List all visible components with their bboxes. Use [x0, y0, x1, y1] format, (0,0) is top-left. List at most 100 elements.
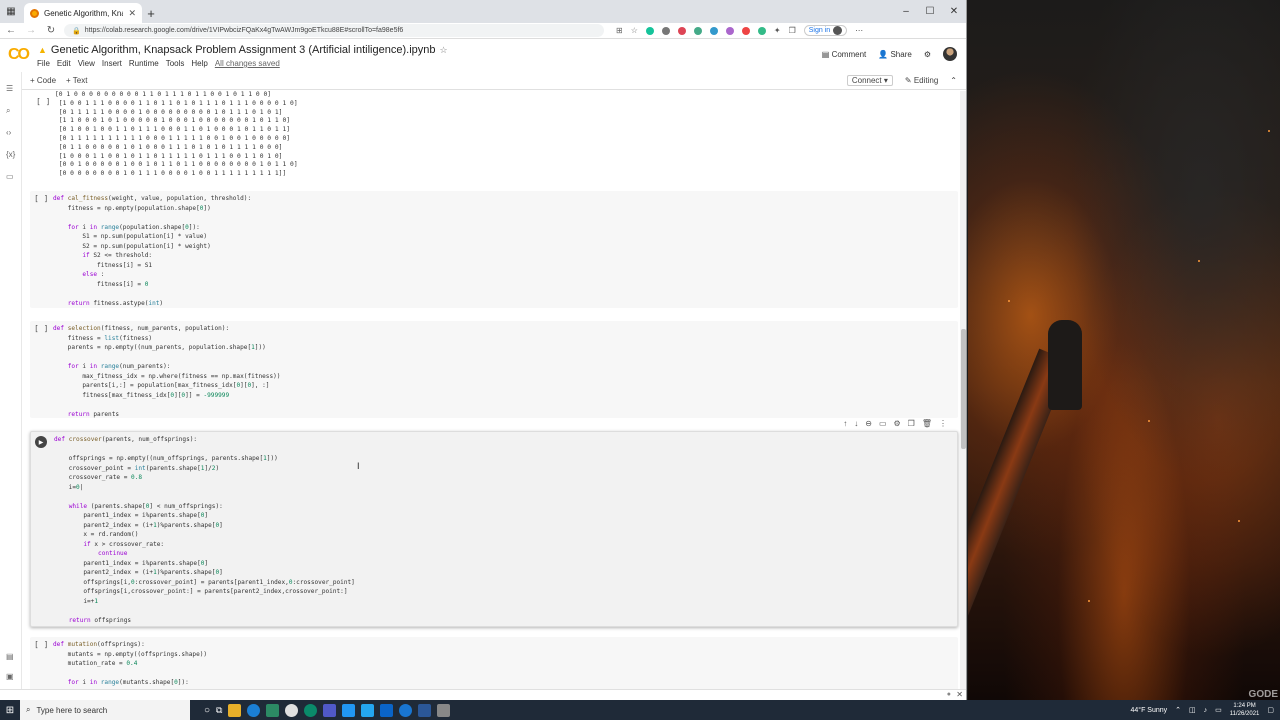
- code-cell-mutation[interactable]: [ ] def mutation(offsprings): mutants = …: [30, 637, 958, 689]
- move-up-icon[interactable]: ↑: [843, 419, 847, 428]
- drive-icon[interactable]: ▲: [38, 45, 47, 55]
- menu-view[interactable]: View: [78, 59, 95, 68]
- volume-icon[interactable]: ♪: [1204, 707, 1208, 714]
- files-icon[interactable]: ▭: [6, 172, 14, 181]
- browser-menu-icon[interactable]: ⋯: [855, 26, 863, 35]
- extension-icon[interactable]: [725, 26, 734, 35]
- url-field[interactable]: 🔒 https://colab.research.google.com/driv…: [64, 24, 604, 37]
- settings-icon[interactable]: ⚙: [924, 50, 931, 59]
- code-editor[interactable]: def selection(fitness, num_parents, popu…: [53, 324, 280, 419]
- notebook-scrollbar[interactable]: [960, 91, 966, 689]
- code-editor[interactable]: def cal_fitness(weight, value, populatio…: [53, 194, 251, 308]
- search-icon[interactable]: ⌕: [6, 106, 10, 116]
- share-button[interactable]: 👤 Share: [878, 50, 912, 59]
- code-cell-crossover[interactable]: ↑ ↓ ⊖ ▭ ⚙ ❐ 🗑 ⋮ ▶ def crossover(parents,…: [30, 419, 958, 627]
- menu-edit[interactable]: Edit: [57, 59, 71, 68]
- add-code-button[interactable]: + Code: [30, 76, 56, 85]
- comment-button[interactable]: ▤ Comment: [822, 50, 866, 59]
- tray-chevron-icon[interactable]: ⌃: [1175, 706, 1181, 714]
- app-icon[interactable]: [399, 703, 413, 717]
- network-icon[interactable]: ◫: [1189, 706, 1196, 714]
- mirror-icon[interactable]: ❐: [908, 419, 915, 428]
- extension-icon[interactable]: [677, 26, 686, 35]
- edge-beta-icon[interactable]: [304, 703, 318, 717]
- grammarly-icon[interactable]: [645, 26, 654, 35]
- taskbar-search[interactable]: ⌕ Type here to search: [20, 700, 190, 720]
- clock[interactable]: 1:24 PM 11/26/2021: [1230, 702, 1260, 718]
- menu-runtime[interactable]: Runtime: [129, 59, 159, 68]
- link-icon[interactable]: ⊖: [865, 419, 872, 428]
- command-palette-icon[interactable]: ▤: [6, 652, 14, 661]
- connect-button[interactable]: Connect ▾: [846, 75, 893, 86]
- move-down-icon[interactable]: ↓: [854, 419, 858, 428]
- editing-button[interactable]: ✎ Editing: [905, 76, 938, 85]
- menu-file[interactable]: File: [37, 59, 50, 68]
- minimize-icon[interactable]: –: [894, 0, 918, 22]
- vscode-icon[interactable]: [361, 703, 375, 717]
- extension-icon[interactable]: [661, 26, 670, 35]
- weather-widget[interactable]: 44°F Sunny: [1131, 707, 1168, 714]
- avatar[interactable]: [943, 47, 957, 61]
- store-icon[interactable]: [266, 703, 280, 717]
- menu-tools[interactable]: Tools: [166, 59, 185, 68]
- notifications-icon[interactable]: ▢: [1267, 706, 1274, 714]
- forward-icon[interactable]: →: [24, 25, 38, 36]
- app-icon[interactable]: [342, 703, 356, 717]
- file-explorer-icon[interactable]: [228, 703, 242, 717]
- back-icon[interactable]: ←: [4, 25, 18, 36]
- extension-icon[interactable]: [709, 26, 718, 35]
- close-status-icon[interactable]: ✕: [956, 690, 963, 699]
- sign-in-button[interactable]: Sign in: [803, 25, 848, 36]
- star-icon[interactable]: ☆: [631, 26, 638, 35]
- menu-help[interactable]: Help: [191, 59, 207, 68]
- close-window-icon[interactable]: ✕: [942, 0, 966, 22]
- run-cell-button[interactable]: [ ]: [34, 324, 48, 333]
- run-cell-button[interactable]: [ ]: [34, 194, 48, 203]
- terminal-icon[interactable]: ▣: [6, 672, 14, 681]
- more-icon[interactable]: ⋮: [939, 419, 947, 428]
- code-editor[interactable]: def mutation(offsprings): mutants = np.e…: [53, 640, 207, 688]
- delete-icon[interactable]: 🗑: [922, 419, 932, 428]
- share-page-icon[interactable]: ❐: [789, 26, 796, 35]
- app-icon[interactable]: [437, 703, 451, 717]
- edge-icon[interactable]: [247, 703, 261, 717]
- code-cell-selection[interactable]: [ ] def selection(fitness, num_parents, …: [30, 321, 958, 418]
- settings-icon[interactable]: ⚙: [894, 419, 901, 428]
- teams-icon[interactable]: [323, 703, 337, 717]
- run-cell-button[interactable]: ▶: [35, 436, 47, 448]
- add-text-button[interactable]: + Text: [66, 76, 87, 85]
- code-cell-fitness[interactable]: [ ] def cal_fitness(weight, value, popul…: [30, 191, 958, 308]
- extension-icon[interactable]: [757, 26, 766, 35]
- run-cell-button[interactable]: [ ]: [34, 640, 48, 649]
- comment-icon[interactable]: ▭: [879, 419, 887, 428]
- word-icon[interactable]: [418, 703, 432, 717]
- menu-insert[interactable]: Insert: [102, 59, 122, 68]
- puzzle-icon[interactable]: ✦: [774, 26, 781, 35]
- task-view-icon[interactable]: ⧉: [216, 705, 222, 716]
- table-of-contents-icon[interactable]: ☰: [6, 84, 13, 93]
- save-status[interactable]: All changes saved: [215, 59, 280, 68]
- outlook-icon[interactable]: [380, 703, 394, 717]
- new-tab-button[interactable]: +: [142, 3, 160, 23]
- language-icon[interactable]: ▭: [1215, 706, 1222, 714]
- extension-icon[interactable]: [741, 26, 750, 35]
- star-icon[interactable]: ☆: [440, 45, 448, 56]
- scrollbar-thumb[interactable]: [961, 329, 966, 449]
- collapse-header-icon[interactable]: ⌃: [950, 76, 957, 85]
- notebook-title[interactable]: Genetic Algorithm, Knapsack Problem Assi…: [51, 44, 436, 56]
- close-tab-icon[interactable]: ✕: [128, 8, 136, 19]
- extension-icon[interactable]: [693, 26, 702, 35]
- colab-logo[interactable]: CO: [8, 46, 30, 64]
- cortana-icon[interactable]: ○: [204, 705, 210, 716]
- install-icon[interactable]: ⊞: [616, 26, 623, 35]
- browser-tab[interactable]: Genetic Algorithm, Knapsack Pro ✕: [24, 3, 142, 23]
- maximize-icon[interactable]: ☐: [918, 0, 942, 22]
- variables-icon[interactable]: {x}: [6, 150, 15, 159]
- windows-start-icon[interactable]: ⊞: [0, 705, 20, 716]
- code-editor[interactable]: def crossover(parents, num_offsprings): …: [54, 435, 355, 625]
- tab-search-icon[interactable]: ▦: [0, 0, 22, 23]
- chrome-icon[interactable]: [285, 703, 299, 717]
- code-snippets-icon[interactable]: ‹›: [6, 128, 11, 137]
- output-cell[interactable]: [ ] [0 1 0 0 0 0 0 0 0 0 0 1 1 0 1 1 1 0…: [30, 91, 958, 179]
- reload-icon[interactable]: ↻: [44, 25, 58, 36]
